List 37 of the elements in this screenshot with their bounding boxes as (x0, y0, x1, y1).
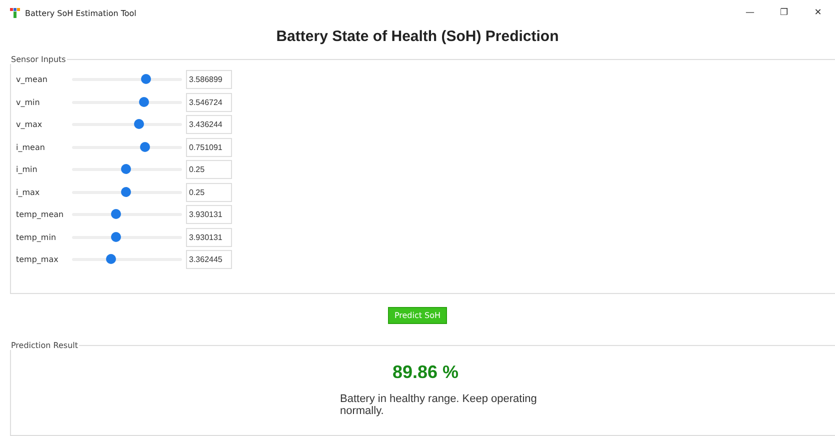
group-title: Prediction Result (10, 340, 80, 350)
sensor-label: temp_mean (16, 210, 65, 220)
result-message: Battery in healthy range. Keep operating normally. (340, 392, 538, 417)
slider-thumb[interactable] (106, 254, 116, 264)
value-field[interactable]: 0.25 (186, 182, 232, 202)
value-field[interactable]: 3.362445 (186, 250, 232, 270)
slider-thumb[interactable] (120, 186, 131, 197)
value-field[interactable]: 0.25 (186, 160, 232, 180)
value-field[interactable]: 3.930131 (186, 228, 232, 247)
slider-thumb[interactable] (138, 96, 148, 107)
sensor-label: i_mean (16, 142, 46, 152)
page-heading: Battery State of Health (SoH) Prediction (275, 28, 560, 45)
sensor-label: v_min (16, 98, 41, 107)
sensor-label: i_min (16, 165, 38, 174)
window-title: Battery SoH Estimation Tool (25, 8, 138, 18)
value-field[interactable]: 3.586899 (186, 70, 232, 90)
slider-thumb[interactable] (111, 232, 121, 242)
value-field[interactable]: 0.751091 (186, 138, 232, 157)
group-title: Sensor Inputs (10, 55, 67, 64)
slider-thumb[interactable] (140, 142, 150, 152)
sensor-label: v_mean (16, 75, 48, 84)
slider-thumb[interactable] (140, 74, 151, 84)
close-button[interactable]: ✕ (801, 0, 835, 26)
slider-thumb[interactable] (134, 119, 144, 130)
minimize-button[interactable]: — (733, 0, 767, 26)
app-logo-icon (10, 8, 20, 18)
soh-result: 89.86 % (391, 362, 460, 383)
value-field[interactable]: 3.930131 (186, 205, 232, 224)
slider-thumb[interactable] (111, 209, 121, 220)
sensor-label: i_max (16, 188, 41, 197)
value-field[interactable]: 3.436244 (186, 115, 232, 134)
sensor-label: temp_min (16, 232, 58, 242)
value-field[interactable]: 3.546724 (186, 92, 232, 112)
slider-thumb[interactable] (120, 164, 131, 174)
sensor-label: v_max (16, 120, 44, 130)
sensor-label: temp_max (16, 255, 60, 264)
restore-button[interactable]: ❐ (767, 0, 801, 26)
